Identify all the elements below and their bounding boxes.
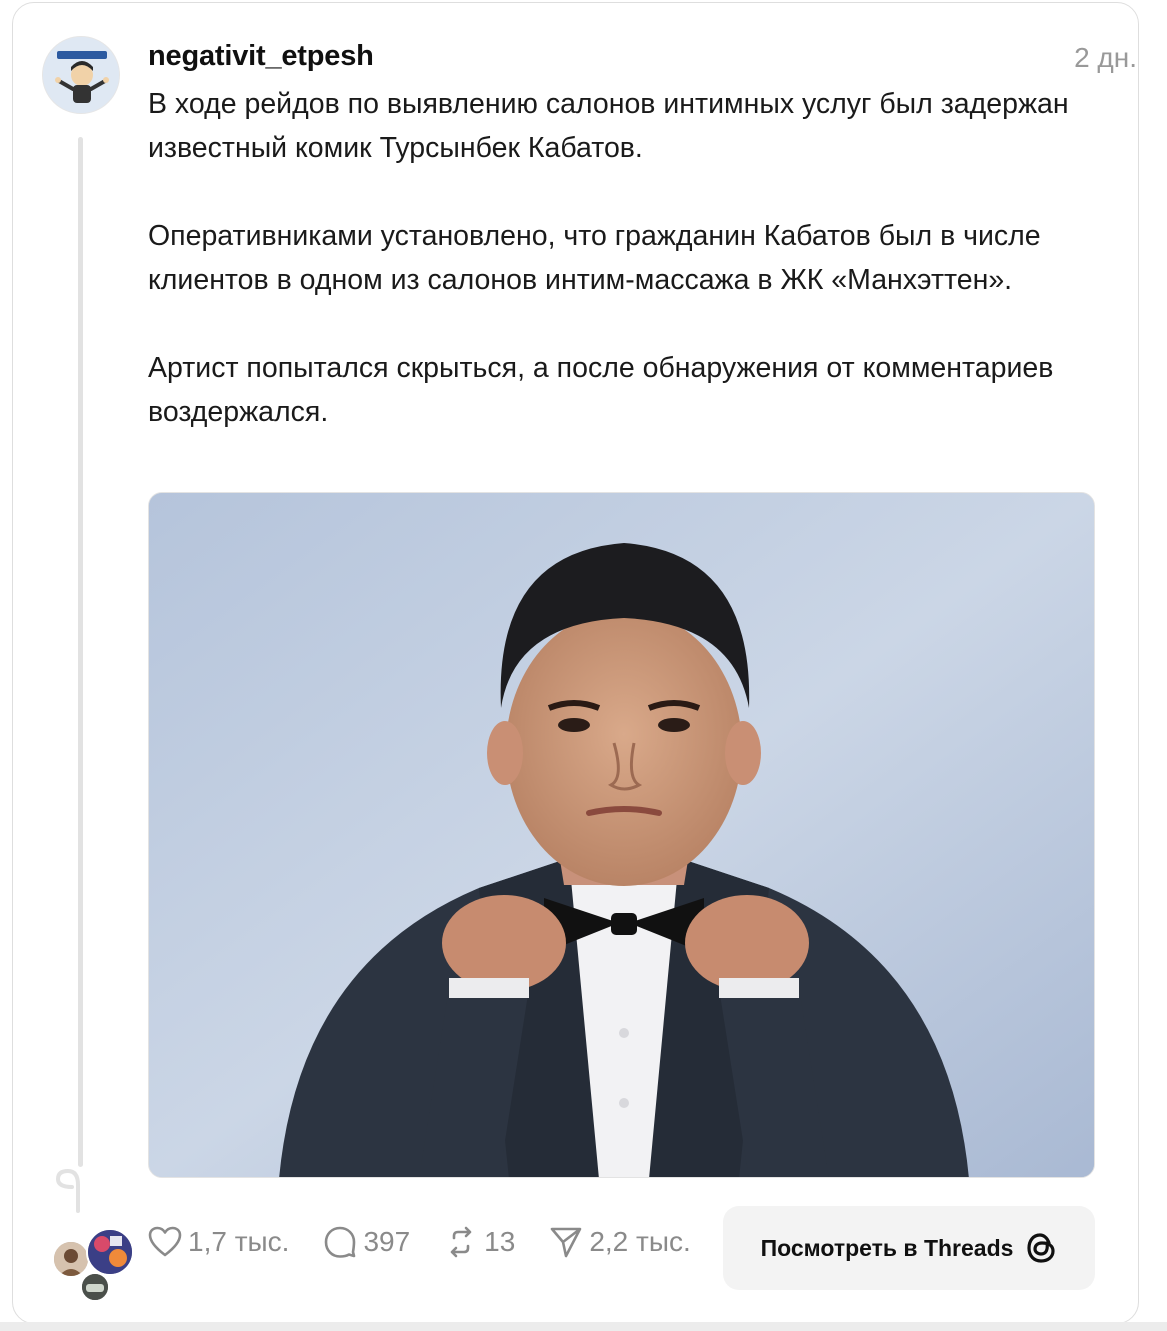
- share-button[interactable]: 2,2 тыс.: [549, 1226, 691, 1258]
- comment-button[interactable]: 397: [323, 1226, 410, 1258]
- share-count: 2,2 тыс.: [589, 1226, 691, 1257]
- post-paragraph: В ходе рейдов по выявлению салонов интим…: [148, 88, 1069, 164]
- action-bar: 1,7 тыс. 397 13 2,2 тыс.: [148, 1222, 725, 1262]
- page-bottom-edge: [0, 1322, 1167, 1331]
- repost-button[interactable]: 13: [444, 1226, 515, 1258]
- replier-avatar[interactable]: [86, 1228, 134, 1276]
- like-button[interactable]: 1,7 тыс.: [148, 1226, 289, 1258]
- threads-logo-icon: [1027, 1233, 1056, 1263]
- heart-icon: [148, 1226, 182, 1257]
- comment-count: 397: [363, 1226, 411, 1257]
- thread-line: [78, 137, 83, 1167]
- comment-bubble-icon: [325, 1226, 356, 1258]
- username[interactable]: negativit_etpesh: [148, 40, 374, 73]
- replier-avatar[interactable]: [80, 1272, 110, 1302]
- repost-count: 13: [484, 1226, 516, 1257]
- post-photo[interactable]: [148, 492, 1095, 1178]
- replier-avatar[interactable]: [52, 1240, 90, 1278]
- send-icon: [551, 1227, 582, 1258]
- view-in-threads-button[interactable]: Посмотреть в Threads: [723, 1206, 1095, 1290]
- post-time[interactable]: 2 дн.: [1074, 42, 1137, 74]
- post-paragraph: Артист попытался скрыться, а после обнар…: [148, 352, 1054, 428]
- view-in-threads-label: Посмотреть в Threads: [760, 1234, 1014, 1261]
- like-count: 1,7 тыс.: [188, 1226, 290, 1257]
- author-avatar[interactable]: [42, 36, 120, 114]
- thread-curl-icon: [55, 1168, 80, 1213]
- repost-icon: [450, 1226, 472, 1258]
- post-paragraph: Оперативниками установлено, что граждани…: [148, 220, 1041, 296]
- post-text: В ходе рейдов по выявлению салонов интим…: [148, 82, 1088, 434]
